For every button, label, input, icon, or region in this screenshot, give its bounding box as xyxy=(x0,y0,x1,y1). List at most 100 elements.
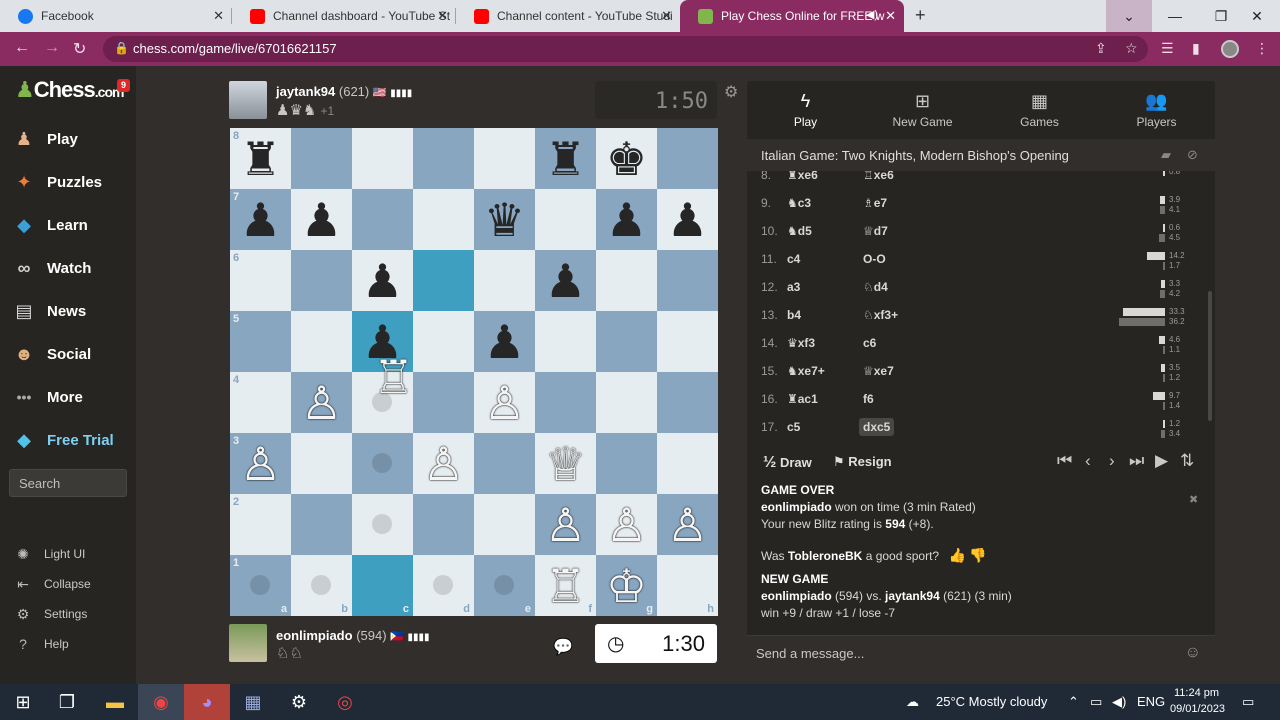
language-indicator[interactable]: ENG xyxy=(1137,694,1165,709)
square-a2[interactable]: 2 xyxy=(230,494,291,555)
tab-play[interactable]: ϟ Play xyxy=(747,81,864,139)
white-move[interactable]: a3 xyxy=(787,280,800,294)
piece-f2[interactable]: ♙ xyxy=(535,494,596,555)
black-move[interactable]: c6 xyxy=(863,336,876,350)
black-move[interactable]: ♕xe7 xyxy=(863,364,894,378)
sidebar-settings[interactable]: ⚙ Settings xyxy=(14,604,88,624)
menu-dots-icon[interactable]: ⋮ xyxy=(1255,40,1269,57)
piece-g2[interactable]: ♙ xyxy=(596,494,657,555)
move-list[interactable]: 8. ♜xe6 ♖xe6 0.8 9. ♞c3 ♗e7 3.9 4.1 10. ♞d5 ♕d7 0.6 4… xyxy=(747,171,1215,443)
piece-f8[interactable]: ♜ xyxy=(535,128,596,189)
square-g3[interactable] xyxy=(596,433,657,494)
white-move[interactable]: ♜ac1 xyxy=(787,392,818,406)
piece-f6[interactable]: ♟ xyxy=(535,250,596,311)
square-b5[interactable] xyxy=(291,311,352,372)
black-move[interactable]: ♘d4 xyxy=(863,280,888,294)
tab-players[interactable]: 👥 Players xyxy=(1098,81,1215,139)
sidebar-item-more[interactable]: ••• More xyxy=(12,382,83,412)
sidebar-item-free-trial[interactable]: ◆ Free Trial xyxy=(12,425,114,455)
network-icon[interactable]: ▭ xyxy=(1090,694,1102,710)
notification-badge[interactable]: 9 xyxy=(117,79,130,92)
browser-tab-facebook[interactable]: Facebook ✕ xyxy=(0,0,232,32)
disable-icon[interactable]: ⊘ xyxy=(1187,147,1198,163)
tab-search-chevron-icon[interactable]: ⌄ xyxy=(1106,0,1152,32)
sidebar-search-input[interactable]: Search xyxy=(9,469,127,497)
square-a5[interactable]: 5 xyxy=(230,311,291,372)
calculator-icon[interactable]: ▦ xyxy=(230,684,276,720)
square-h3[interactable] xyxy=(657,433,718,494)
chat-message-input[interactable]: Send a message... ☺ xyxy=(747,635,1215,671)
reload-icon[interactable]: ↻ xyxy=(73,39,86,59)
move-hint-dot[interactable] xyxy=(311,575,331,595)
piece-e7[interactable]: ♛ xyxy=(474,189,535,250)
square-e2[interactable] xyxy=(474,494,535,555)
square-g6[interactable] xyxy=(596,250,657,311)
white-move[interactable]: ♞d5 xyxy=(787,224,812,238)
square-a4[interactable]: 4 xyxy=(230,372,291,433)
recorder-icon[interactable]: ◎ xyxy=(322,684,368,720)
flip-board-icon[interactable]: ⇅ xyxy=(1180,451,1194,471)
tab-new-game[interactable]: ⊞ New Game xyxy=(864,81,981,139)
notification-center-icon[interactable]: ▭ xyxy=(1242,694,1254,710)
square-d2[interactable] xyxy=(413,494,474,555)
top-player-name[interactable]: jaytank94 (621) 🇺🇸 ▮▮▮▮ xyxy=(276,84,412,99)
play-icon[interactable]: ▶ xyxy=(1155,451,1168,471)
move-list-scrollbar[interactable] xyxy=(1208,291,1212,421)
square-e6[interactable] xyxy=(474,250,535,311)
volume-icon[interactable]: ◀) xyxy=(1112,694,1126,710)
app-icon[interactable]: ◕ xyxy=(184,684,230,720)
url-bar[interactable]: 🔒 chess.com/game/live/67016621157 xyxy=(103,36,1148,62)
square-e3[interactable] xyxy=(474,433,535,494)
square-b6[interactable] xyxy=(291,250,352,311)
square-b2[interactable] xyxy=(291,494,352,555)
windows-start-icon[interactable]: ⊞ xyxy=(0,684,46,720)
piece-g7[interactable]: ♟ xyxy=(596,189,657,250)
white-move[interactable]: ♞c3 xyxy=(787,196,811,210)
piece-h7[interactable]: ♟ xyxy=(657,189,718,250)
square-d8[interactable] xyxy=(413,128,474,189)
white-move[interactable]: b4 xyxy=(787,308,801,322)
square-c7[interactable] xyxy=(352,189,413,250)
square-e8[interactable] xyxy=(474,128,535,189)
piece-a7[interactable]: ♟ xyxy=(230,189,291,250)
bottom-player-avatar[interactable] xyxy=(229,624,267,662)
star-icon[interactable]: ☆ xyxy=(1125,40,1138,57)
last-move-icon[interactable]: ⏭ xyxy=(1129,451,1144,471)
window-close-button[interactable]: ✕ xyxy=(1234,0,1280,32)
square-h1[interactable]: h xyxy=(657,555,718,616)
side-panel-icon[interactable]: ▮ xyxy=(1192,40,1200,57)
square-g4[interactable] xyxy=(596,372,657,433)
square-h6[interactable] xyxy=(657,250,718,311)
clock-date[interactable]: 09/01/2023 xyxy=(1170,703,1225,715)
square-h5[interactable] xyxy=(657,311,718,372)
piece-g8[interactable]: ♚ xyxy=(596,128,657,189)
book-icon[interactable]: ▰ xyxy=(1161,147,1171,163)
emoji-icon[interactable]: ☺ xyxy=(1185,644,1201,662)
top-player-avatar[interactable] xyxy=(229,81,267,119)
settings-gear-icon[interactable]: ⚙ xyxy=(276,684,322,720)
sidebar-item-learn[interactable]: ◆ Learn xyxy=(12,210,88,240)
square-f7[interactable] xyxy=(535,189,596,250)
sidebar-collapse[interactable]: ⇤ Collapse xyxy=(14,574,91,594)
piece-a3[interactable]: ♙ xyxy=(230,433,291,494)
sidebar-item-news[interactable]: ▤ News xyxy=(12,296,86,326)
next-move-icon[interactable]: › xyxy=(1109,451,1115,471)
back-arrow-icon[interactable]: ← xyxy=(14,39,30,57)
sidebar-help[interactable]: ? Help xyxy=(14,634,69,654)
speaker-icon[interactable]: ◀) xyxy=(866,8,878,21)
piece-h2[interactable]: ♙ xyxy=(657,494,718,555)
sidebar-light-ui[interactable]: ✺ Light UI xyxy=(14,544,85,564)
prev-move-icon[interactable]: ‹ xyxy=(1085,451,1091,471)
square-g5[interactable] xyxy=(596,311,657,372)
move-hint-dot[interactable] xyxy=(433,575,453,595)
minimize-button[interactable]: — xyxy=(1152,0,1198,32)
chat-bubble-icon[interactable]: 💬 xyxy=(553,637,573,657)
black-move[interactable]: f6 xyxy=(863,392,874,406)
close-icon[interactable]: ✕ xyxy=(885,8,896,24)
resign-button[interactable]: ⚑ Resign xyxy=(833,454,892,470)
white-move[interactable]: ♛xf3 xyxy=(787,336,815,350)
thumbs-down-icon[interactable]: 👎 xyxy=(969,547,986,563)
piece-e4[interactable]: ♙ xyxy=(474,372,535,433)
piece-b7[interactable]: ♟ xyxy=(291,189,352,250)
square-h8[interactable] xyxy=(657,128,718,189)
